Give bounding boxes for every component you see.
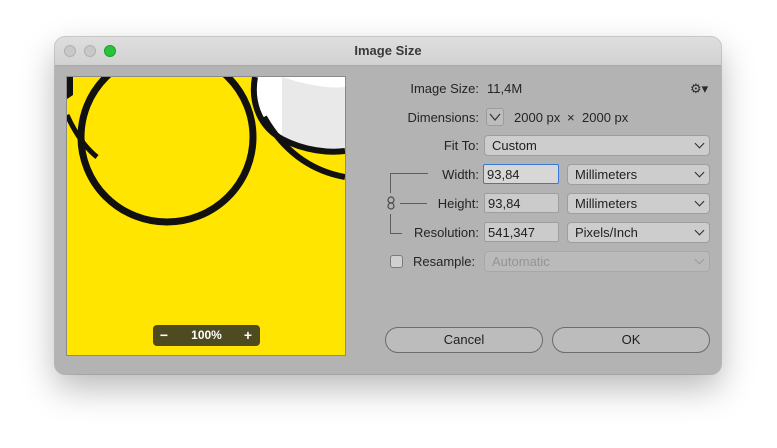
ok-button[interactable]: OK: [552, 327, 710, 353]
chevron-down-icon: [489, 113, 501, 122]
resolution-input[interactable]: 541,347: [484, 222, 559, 242]
dimensions-times: ×: [567, 110, 575, 125]
width-unit-value: Millimeters: [575, 167, 638, 182]
resolution-unit-select[interactable]: Pixels/Inch: [567, 222, 710, 243]
chevron-down-icon: [694, 167, 705, 178]
height-unit-select[interactable]: Millimeters: [567, 193, 710, 214]
image-size-value: 11,4M: [487, 81, 523, 96]
resample-label: Resample:: [413, 254, 476, 269]
chevron-down-icon: [694, 225, 705, 236]
width-unit-select[interactable]: Millimeters: [567, 164, 710, 185]
zoom-level: 100%: [191, 328, 222, 342]
fit-to-label: Fit To:: [443, 138, 479, 153]
resample-checkbox[interactable]: [390, 255, 403, 268]
title-bar: Image Size: [55, 37, 721, 66]
resolution-label: Resolution:: [413, 225, 479, 240]
chevron-down-icon: [694, 196, 705, 207]
preview-artwork: [67, 77, 345, 355]
gear-icon[interactable]: ⚙▾: [690, 82, 708, 96]
height-unit-value: Millimeters: [575, 196, 638, 211]
fit-to-select[interactable]: Custom: [484, 135, 710, 156]
height-input[interactable]: 93,84: [484, 193, 559, 213]
resolution-unit-value: Pixels/Inch: [575, 225, 638, 240]
dimensions-label: Dimensions:: [407, 110, 479, 125]
image-preview[interactable]: − 100% +: [66, 76, 346, 356]
width-input[interactable]: 93,84: [483, 164, 559, 184]
fit-to-value: Custom: [492, 138, 537, 153]
window-title: Image Size: [354, 43, 422, 58]
resample-method-select[interactable]: Automatic: [484, 251, 710, 272]
cancel-button[interactable]: Cancel: [385, 327, 543, 353]
dimensions-width: 2000 px: [514, 110, 561, 125]
image-size-dialog: Image Size − 100% + Image Size: 11,4M ⚙▾…: [55, 37, 721, 374]
dimensions-height: 2000 px: [582, 110, 629, 125]
chevron-down-icon: [694, 254, 705, 265]
width-label: Width:: [442, 167, 479, 182]
image-size-label: Image Size:: [410, 81, 479, 96]
zoom-out-button[interactable]: −: [155, 326, 173, 344]
zoom-control: − 100% +: [153, 325, 260, 346]
resample-method-value: Automatic: [492, 254, 550, 269]
chevron-down-icon: [694, 138, 705, 149]
zoom-in-button[interactable]: +: [239, 326, 257, 344]
height-label: Height:: [437, 196, 479, 211]
dimensions-unit-toggle[interactable]: [486, 108, 504, 126]
